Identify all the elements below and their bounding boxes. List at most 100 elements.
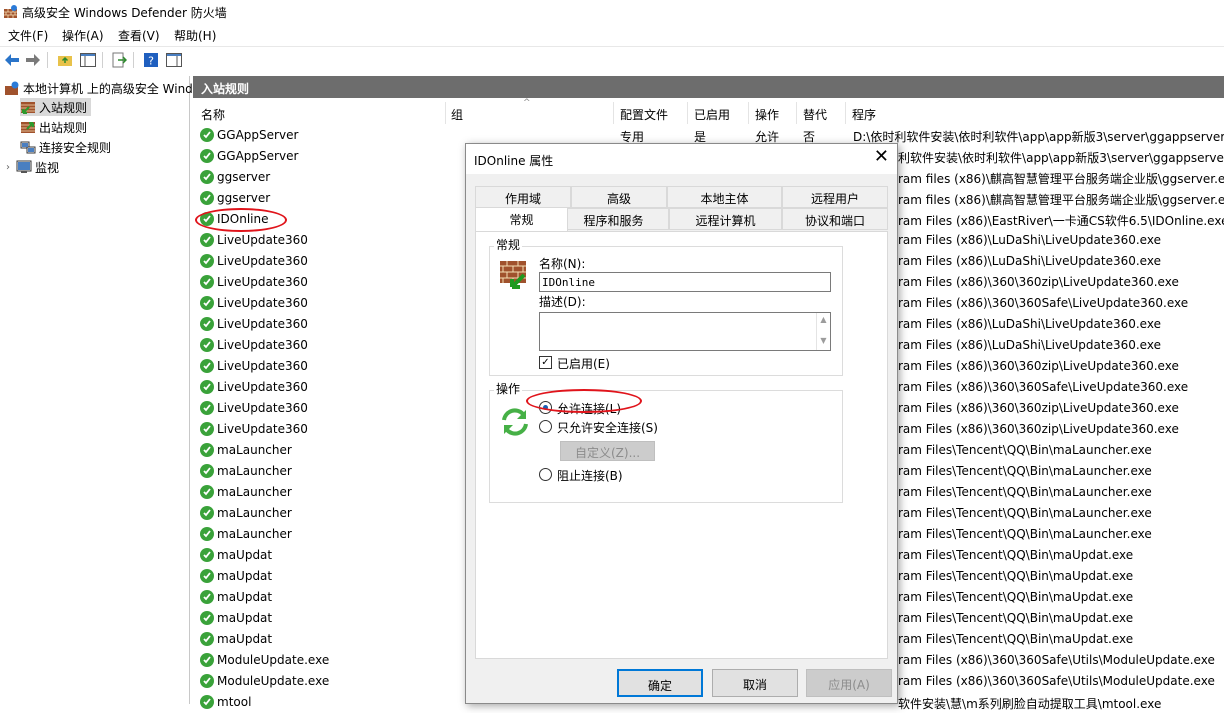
tab-programs-services[interactable]: 程序和服务 [558,208,669,230]
column-divider[interactable] [748,102,749,124]
rule-program: ram Files (x86)\360\360Safe\Utils\Module… [898,674,1215,688]
description-field[interactable] [539,312,831,351]
enabled-check-icon [200,527,214,541]
dialog-title-bar: IDOnline 属性 ✕ [466,144,897,174]
tree-item-inbound-label: 入站规则 [39,100,88,115]
col-group[interactable]: 组 [451,106,463,123]
enabled-check-icon [200,128,214,142]
col-name[interactable]: 名称 [201,106,225,123]
column-divider[interactable] [796,102,797,124]
column-divider[interactable] [687,102,688,124]
highlight-ellipse-allow [526,389,642,413]
enabled-check-icon [200,464,214,478]
tab-local-principals[interactable]: 本地主体 [667,186,782,208]
column-divider[interactable] [613,102,614,124]
col-enabled[interactable]: 已启用 [694,106,730,123]
monitor-icon [16,160,32,173]
menu-help[interactable]: 帮助(H) [174,27,216,44]
enabled-check-icon [200,149,214,163]
toolbar-separator [133,52,134,68]
menu-action[interactable]: 操作(A) [62,27,104,44]
folder-up-icon[interactable] [56,51,74,69]
tree-item-inbound-rules[interactable]: 入站规则 [20,98,92,116]
action-group-label: 操作 [494,380,523,397]
rule-name: LiveUpdate360 [217,275,308,289]
apply-button[interactable]: 应用(A) [806,669,892,697]
tree-item-outbound-rules[interactable]: 出站规则 [20,118,87,136]
rule-program: ram Files (x86)\LuDaShi\LiveUpdate360.ex… [898,317,1161,331]
expand-chevron-icon[interactable]: › [6,162,10,173]
rule-program: ram Files\Tencent\QQ\Bin\maLauncher.exe [898,464,1152,478]
tree-root-label: 本地计算机 上的高级安全 Windows [23,81,217,96]
refresh-arrows-icon [502,408,528,436]
block-connection-radio[interactable] [539,468,552,481]
enabled-check-icon [200,443,214,457]
close-icon[interactable]: ✕ [874,148,889,166]
menu-view[interactable]: 查看(V) [118,27,160,44]
tree-item-connection-security[interactable]: 连接安全规则 [20,138,111,156]
col-override[interactable]: 替代 [803,106,827,123]
cancel-button[interactable]: 取消 [712,669,798,697]
description-scrollbar[interactable]: ▲ ▼ [816,313,830,350]
general-group-label: 常规 [494,236,523,253]
enabled-check-icon [200,653,214,667]
tree-item-outbound-label: 出站规则 [39,120,88,135]
rule-name: LiveUpdate360 [217,296,308,310]
enabled-check-icon [200,485,214,499]
tab-general[interactable]: 常规 [475,207,568,231]
enabled-check-icon [200,359,214,373]
forward-arrow-icon[interactable] [24,51,42,69]
toolbar: ? [0,46,1224,73]
col-profile[interactable]: 配置文件 [620,106,668,123]
menu-file[interactable]: 文件(F) [8,27,48,44]
rule-program: ram Files (x86)\360\360Safe\LiveUpdate36… [898,296,1189,310]
tab-remote-users[interactable]: 远程用户 [782,186,888,208]
name-label: 名称(N): [539,257,586,271]
column-divider[interactable] [445,102,446,124]
enabled-check-icon [200,254,214,268]
rule-program: ram files (x86)\麒高智慧管理平台服务端企业版\ggserver.… [898,193,1224,207]
rule-program: ram Files (x86)\LuDaShi\LiveUpdate360.ex… [898,338,1161,352]
rule-name: GGAppServer [217,149,299,163]
window-title-bar: 高级安全 Windows Defender 防火墙 [0,0,1224,24]
help-icon[interactable]: ? [142,51,160,69]
tree-item-monitor[interactable]: › 监视 [6,158,59,176]
column-divider[interactable] [845,102,846,124]
tab-advanced[interactable]: 高级 [571,186,667,208]
block-connection-label: 阻止连接(B) [557,469,623,483]
rule-program: ram Files (x86)\LuDaShi\LiveUpdate360.ex… [898,233,1161,247]
rule-program: ram Files\Tencent\QQ\Bin\maLauncher.exe [898,527,1152,541]
tab-remote-computers[interactable]: 远程计算机 [669,208,782,230]
enabled-checkbox[interactable]: ✓ [539,356,552,369]
rule-program: ram Files\Tencent\QQ\Bin\maUpdat.exe [898,590,1134,604]
back-arrow-icon[interactable] [3,51,21,69]
tree-root[interactable]: 本地计算机 上的高级安全 Windows [4,79,216,97]
col-program[interactable]: 程序 [852,106,876,123]
enabled-check-icon [200,422,214,436]
name-field[interactable]: IDOnline [539,272,831,292]
menu-bar: 文件(F) 操作(A) 查看(V) 帮助(H) [0,24,1224,45]
ok-button[interactable]: 确定 [617,669,703,697]
rule-name: maUpdat [217,611,273,625]
show-action-pane-icon[interactable] [165,51,183,69]
secure-connection-radio[interactable] [539,420,552,433]
rule-name: maLauncher [217,485,292,499]
rule-program: ram files (x86)\麒高智慧管理平台服务端企业版\ggserver.… [898,172,1224,186]
rule-program: ram Files\Tencent\QQ\Bin\maLauncher.exe [898,485,1152,499]
rule-program: ram Files\Tencent\QQ\Bin\maLauncher.exe [898,443,1152,457]
col-action[interactable]: 操作 [755,106,779,123]
rule-name: mtool [217,695,252,709]
tab-protocols-ports[interactable]: 协议和端口 [782,208,888,230]
show-hide-tree-icon[interactable] [79,51,97,69]
rule-name: LiveUpdate360 [217,233,308,247]
general-tab-panel: 常规 名称(N): IDOnline 描述(D): ▲ ▼ ✓ 已启用(E) 操作… [475,231,888,659]
customize-button[interactable]: 自定义(Z)... [560,441,655,461]
rule-program: ram Files\Tencent\QQ\Bin\maUpdat.exe [898,569,1134,583]
rule-name: maLauncher [217,506,292,520]
tab-scope[interactable]: 作用域 [475,186,571,208]
dialog-title: IDOnline 属性 [474,154,554,168]
window-title: 高级安全 Windows Defender 防火墙 [22,6,227,20]
rule-name: GGAppServer [217,128,299,142]
export-list-icon[interactable] [110,51,128,69]
toolbar-separator [102,52,103,68]
